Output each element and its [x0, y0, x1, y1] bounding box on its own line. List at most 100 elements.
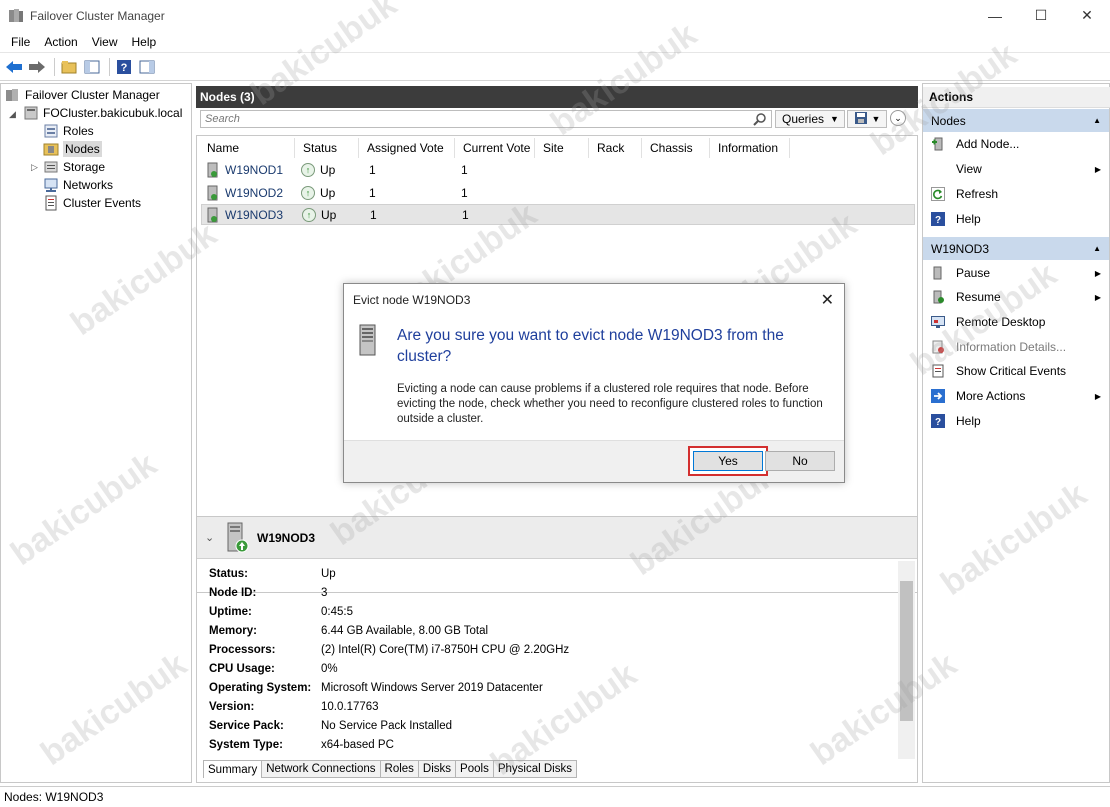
actions-group-node[interactable]: W19NOD3 ▲	[923, 237, 1109, 260]
tab-network-connections[interactable]: Network Connections	[262, 760, 381, 778]
action-information-details[interactable]: Information Details...	[923, 335, 1109, 359]
forward-arrow-icon[interactable]	[27, 57, 47, 77]
cluster-icon	[23, 105, 39, 121]
more-actions-icon	[931, 389, 945, 403]
action-refresh[interactable]: Refresh	[923, 182, 1109, 206]
menu-file[interactable]: File	[4, 35, 37, 49]
dialog-close-button[interactable]: ✕	[821, 290, 834, 310]
col-site[interactable]: Site	[535, 138, 589, 158]
col-rack[interactable]: Rack	[589, 138, 642, 158]
help-icon: ?	[931, 414, 945, 428]
col-information[interactable]: Information	[710, 138, 790, 158]
action-more-actions[interactable]: More Actions ▶	[923, 384, 1109, 408]
tab-pools[interactable]: Pools	[456, 760, 494, 778]
action-add-node[interactable]: Add Node...	[923, 132, 1109, 156]
show-hide-tree-icon[interactable]	[82, 57, 102, 77]
collapse-icon[interactable]: ⌄	[890, 110, 906, 126]
action-show-critical-events[interactable]: Show Critical Events	[923, 359, 1109, 383]
nodes-icon	[43, 141, 59, 157]
prop-version: Version: 10.0.17763	[209, 700, 379, 713]
table-row[interactable]: W19NOD1 ↑ Up 1 1	[201, 159, 915, 180]
save-query-button[interactable]: ▼	[847, 110, 887, 128]
prop-cpu-usage: CPU Usage: 0%	[209, 662, 338, 675]
collapse-up-icon: ▲	[1093, 116, 1101, 125]
dialog-title: Evict node W19NOD3	[353, 293, 471, 307]
action-view[interactable]: View ▶	[923, 157, 1109, 181]
assigned-vote: 1	[369, 185, 376, 200]
action-resume[interactable]: Resume ▶	[923, 285, 1109, 309]
maximize-button[interactable]: ☐	[1018, 0, 1064, 31]
prop-uptime: Uptime: 0:45:5	[209, 605, 353, 618]
tree-cluster[interactable]: FOCluster.bakicubuk.local	[23, 104, 182, 122]
search-icon[interactable]	[753, 112, 767, 129]
tree-item-cluster-events[interactable]: Cluster Events	[43, 194, 141, 212]
networks-icon	[43, 177, 59, 193]
col-chassis[interactable]: Chassis	[642, 138, 710, 158]
action-help[interactable]: ? Help	[923, 207, 1109, 231]
column-headers: Name Status Assigned Vote Current Vote S…	[199, 138, 790, 158]
svg-text:?: ?	[935, 215, 941, 226]
prop-memory: Memory: 6.44 GB Available, 8.00 GB Total	[209, 624, 489, 637]
node-name: W19NOD2	[225, 185, 284, 200]
help-icon[interactable]: ?	[114, 57, 134, 77]
prop-node-id: Node ID: 3	[209, 586, 328, 599]
menu-help[interactable]: Help	[125, 35, 164, 49]
tab-summary[interactable]: Summary	[203, 760, 263, 778]
tree-root[interactable]: Failover Cluster Manager	[5, 86, 160, 104]
search-row: Search Queries ▼ ▼ ⌄	[200, 110, 914, 130]
svg-text:?: ?	[121, 62, 128, 74]
action-pause[interactable]: Pause ▶	[923, 261, 1109, 285]
col-current-vote[interactable]: Current Vote	[455, 138, 535, 158]
action-help-node[interactable]: ? Help	[923, 409, 1109, 433]
scrollbar-thumb[interactable]	[900, 581, 913, 721]
evict-node-dialog: Evict node W19NOD3 ✕ Are you sure you wa…	[343, 283, 845, 483]
collapse-chevron-icon[interactable]: ⌄	[205, 531, 219, 544]
actions-title: Actions	[923, 87, 1110, 108]
up-folder-icon[interactable]	[59, 57, 79, 77]
queries-button[interactable]: Queries ▼	[775, 110, 845, 128]
tree-item-nodes[interactable]: Nodes	[43, 140, 102, 158]
chevron-right-icon[interactable]: ▷	[31, 162, 38, 173]
col-assigned-vote[interactable]: Assigned Vote	[359, 138, 455, 158]
details-scrollbar[interactable]	[898, 561, 915, 759]
col-status[interactable]: Status	[295, 138, 359, 158]
node-name: W19NOD1	[225, 162, 284, 177]
back-arrow-icon[interactable]	[4, 57, 24, 77]
close-window-button[interactable]: ✕	[1064, 0, 1110, 31]
prop-service-pack: Service Pack: No Service Pack Installed	[209, 719, 453, 732]
tab-physical-disks[interactable]: Physical Disks	[493, 760, 577, 778]
actions-pane: Actions Nodes ▲ Add Node... View ▶ Refre…	[922, 83, 1110, 783]
server-icon	[207, 185, 219, 201]
tab-roles[interactable]: Roles	[380, 760, 419, 778]
details-tabs: Summary Network Connections Roles Disks …	[203, 760, 577, 778]
table-row[interactable]: W19NOD2 ↑ Up 1 1	[201, 182, 915, 203]
details-header: ⌄ W19NOD3	[197, 517, 917, 559]
tree-item-roles[interactable]: Roles	[43, 122, 94, 140]
roles-icon	[43, 123, 59, 139]
yes-button[interactable]: Yes	[693, 451, 763, 471]
up-arrow-icon: ↑	[302, 207, 316, 222]
tree-item-storage[interactable]: Storage	[43, 158, 105, 176]
events-icon	[931, 364, 945, 378]
server-icon	[225, 521, 251, 555]
no-button[interactable]: No	[765, 451, 835, 471]
nodes-header: Nodes (3)	[196, 86, 918, 108]
col-name[interactable]: Name	[199, 138, 295, 158]
tree-item-networks[interactable]: Networks	[43, 176, 113, 194]
chevron-down-icon[interactable]: ◢	[9, 109, 16, 120]
actions-group-nodes[interactable]: Nodes ▲	[923, 109, 1109, 132]
events-icon	[43, 195, 59, 211]
add-node-icon	[931, 137, 945, 151]
tab-disks[interactable]: Disks	[418, 760, 457, 778]
chevron-right-icon: ▶	[1094, 164, 1101, 174]
action-remote-desktop[interactable]: Remote Desktop	[923, 310, 1109, 334]
search-input[interactable]: Search	[200, 110, 772, 128]
node-status: Up	[320, 185, 336, 200]
chevron-right-icon: ▶	[1094, 391, 1101, 401]
table-row-selected[interactable]: W19NOD3 ↑ Up 1 1	[201, 204, 915, 225]
assigned-vote: 1	[369, 162, 376, 177]
minimize-button[interactable]: —	[972, 0, 1018, 31]
menu-view[interactable]: View	[85, 35, 125, 49]
menu-action[interactable]: Action	[37, 35, 84, 49]
show-action-pane-icon[interactable]	[137, 57, 157, 77]
